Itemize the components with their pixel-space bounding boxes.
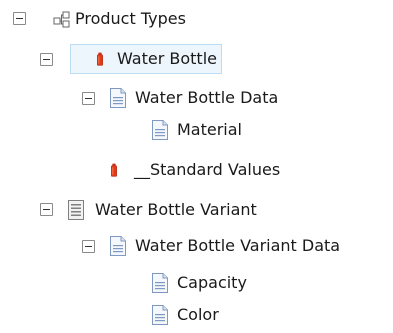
tree-node-label: Product Types [75, 9, 186, 28]
document-icon [110, 88, 126, 108]
bottle-icon [111, 163, 117, 177]
tree-node-label: Water Bottle Variant Data [135, 236, 341, 255]
bottle-icon [97, 52, 103, 66]
tree-node-product-types[interactable]: Product Types [53, 4, 186, 34]
collapse-toggle-water-bottle-variant[interactable] [40, 203, 53, 216]
tree-node-water-bottle[interactable]: Water Bottle [70, 44, 222, 74]
form-template-icon [68, 200, 84, 220]
tree-node-label: Capacity [177, 273, 247, 292]
collapse-toggle-water-bottle-variant-data[interactable] [82, 240, 95, 253]
tree-node-label: __Standard Values [134, 160, 281, 179]
tree-node-label: Color [177, 305, 219, 324]
document-icon [110, 236, 126, 256]
tree-node-water-bottle-variant-data[interactable]: Water Bottle Variant Data [109, 231, 340, 261]
collapse-toggle-water-bottle-data[interactable] [82, 92, 95, 105]
tree-node-label: Water Bottle Variant [95, 200, 257, 219]
tree-node-water-bottle-variant[interactable]: Water Bottle Variant [67, 195, 257, 225]
tree-node-label: Material [177, 120, 242, 139]
document-icon [152, 273, 168, 293]
document-icon [152, 120, 168, 140]
template-tree-icon [53, 11, 70, 28]
tree-node-standard-values[interactable]: __Standard Values [110, 155, 280, 185]
content-tree: Product Types Water Bottle Water Bottle … [0, 0, 393, 333]
tree-node-material[interactable]: Material [151, 115, 242, 145]
tree-node-color[interactable]: Color [151, 300, 219, 330]
collapse-toggle-product-types[interactable] [13, 12, 26, 25]
tree-node-label: Water Bottle [117, 49, 217, 68]
document-icon [152, 305, 168, 325]
collapse-toggle-water-bottle[interactable] [40, 53, 53, 66]
tree-node-capacity[interactable]: Capacity [151, 268, 247, 298]
tree-node-water-bottle-data[interactable]: Water Bottle Data [109, 83, 278, 113]
tree-node-label: Water Bottle Data [135, 88, 279, 107]
